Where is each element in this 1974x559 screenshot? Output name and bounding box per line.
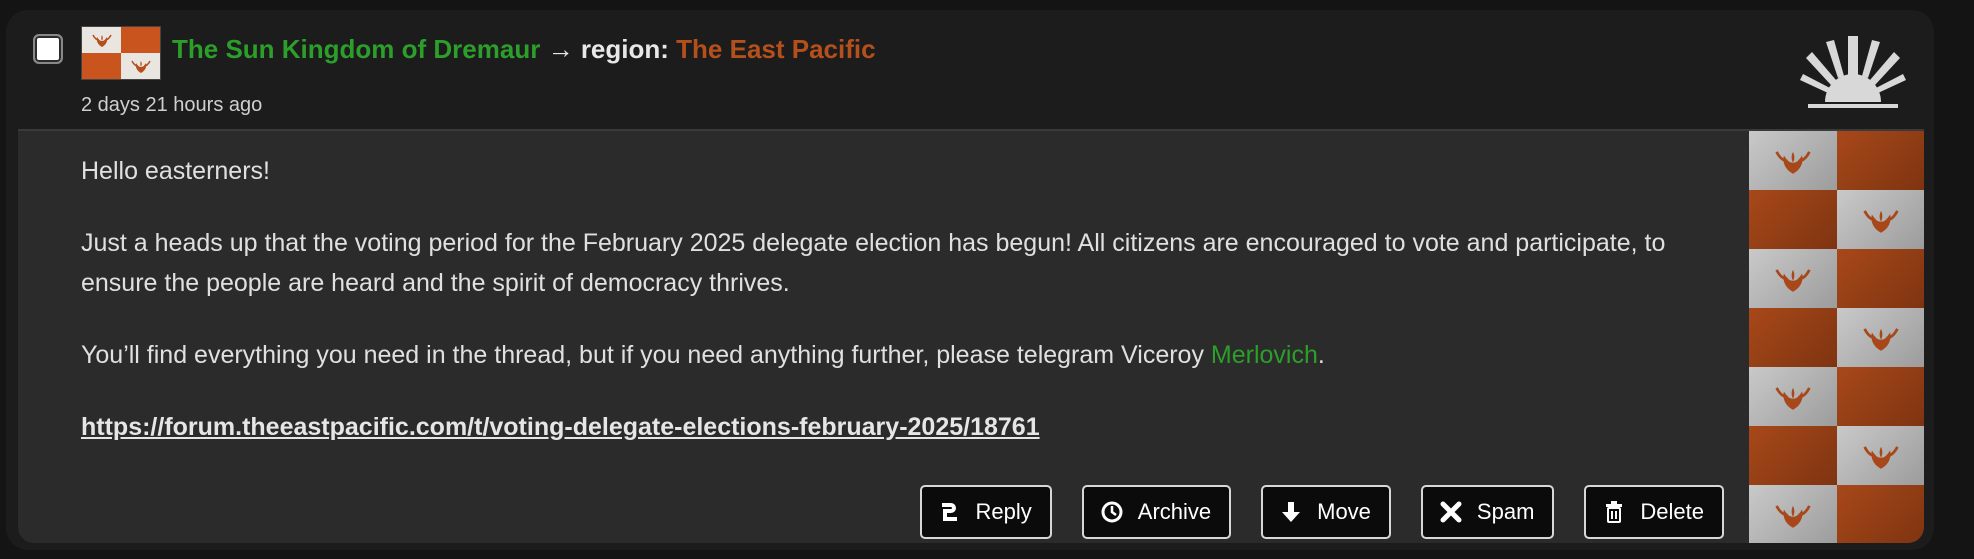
phoenix-icon (1862, 209, 1899, 233)
phoenix-icon (1775, 504, 1811, 528)
move-button[interactable]: Move (1261, 485, 1391, 539)
clock-icon (1101, 501, 1123, 523)
banner-cell (1837, 485, 1924, 543)
nation-flag[interactable] (81, 26, 161, 80)
viceroy-link[interactable]: Merlovich (1211, 341, 1318, 369)
spam-label: Spam (1476, 499, 1535, 524)
nation-link[interactable]: The Sun Kingdom of Dremaur (172, 34, 540, 64)
reply-button[interactable]: Reply (919, 485, 1052, 539)
post-timestamp: 2 days 21 hours ago (81, 94, 263, 116)
banner-cell (1749, 426, 1837, 485)
banner-cell (1749, 367, 1837, 426)
phoenix-icon (1775, 268, 1811, 292)
region-label: region: (580, 34, 669, 64)
delete-label: Delete (1640, 499, 1704, 524)
rising-sun-icon[interactable] (1798, 30, 1908, 110)
contact-suffix: . (1317, 341, 1325, 369)
banner-cell (1837, 308, 1924, 367)
phoenix-icon (1775, 386, 1811, 410)
flag-cell (121, 53, 160, 79)
archive-label: Archive (1137, 499, 1212, 524)
phoenix-icon (1862, 327, 1899, 351)
phoenix-icon (1862, 445, 1899, 469)
trash-icon (1606, 501, 1623, 523)
move-label: Move (1317, 499, 1371, 524)
banner-cell (1749, 249, 1837, 308)
banner-cell (1837, 249, 1924, 308)
greeting-paragraph: Hello easterners! (81, 157, 270, 185)
archive-button[interactable]: Archive (1081, 485, 1232, 539)
banner-cell (1749, 190, 1837, 249)
banner-cell (1749, 131, 1837, 190)
phoenix-icon (130, 60, 151, 73)
select-checkbox[interactable] (33, 34, 63, 64)
banner-cell (1837, 190, 1924, 249)
phoenix-icon (1775, 150, 1811, 174)
message-body: Hello easterners! Just a heads up that t… (18, 129, 1924, 543)
banner-cell (1837, 131, 1924, 190)
banner-cell (1749, 485, 1837, 543)
banner-cell (1837, 367, 1924, 426)
thread-link[interactable]: https://forum.theeastpacific.com/t/votin… (81, 413, 1040, 441)
contact-text: You’ll find everything you need in the t… (81, 341, 1211, 369)
message-card: The Sun Kingdom of Dremaur → region: The… (6, 10, 1934, 550)
reply-icon (941, 503, 957, 521)
flag-banner-strip (1749, 131, 1924, 543)
phoenix-icon (91, 34, 112, 47)
flag-cell (121, 27, 160, 53)
region-link[interactable]: The East Pacific (676, 34, 875, 64)
thread-link-paragraph: https://forum.theeastpacific.com/t/votin… (81, 407, 1731, 447)
arrow-separator: → (547, 34, 574, 64)
message-text: Hello easterners! Just a heads up that t… (81, 151, 1731, 479)
arrow-down-icon (1282, 502, 1301, 522)
flag-cell (82, 27, 121, 53)
spam-button[interactable]: Spam (1420, 485, 1555, 539)
message-actions: Reply Archive Move Spam Delete (919, 485, 1724, 539)
announcement-paragraph: Just a heads up that the voting period f… (81, 229, 1666, 297)
post-title-line: The Sun Kingdom of Dremaur → region: The… (172, 34, 876, 65)
contact-paragraph: You’ll find everything you need in the t… (81, 335, 1731, 375)
message-header: The Sun Kingdom of Dremaur → region: The… (6, 10, 1934, 128)
x-icon (1440, 501, 1462, 523)
delete-button[interactable]: Delete (1584, 485, 1724, 539)
banner-cell (1749, 308, 1837, 367)
flag-cell (82, 53, 121, 79)
reply-label: Reply (975, 499, 1032, 524)
banner-cell (1837, 426, 1924, 485)
